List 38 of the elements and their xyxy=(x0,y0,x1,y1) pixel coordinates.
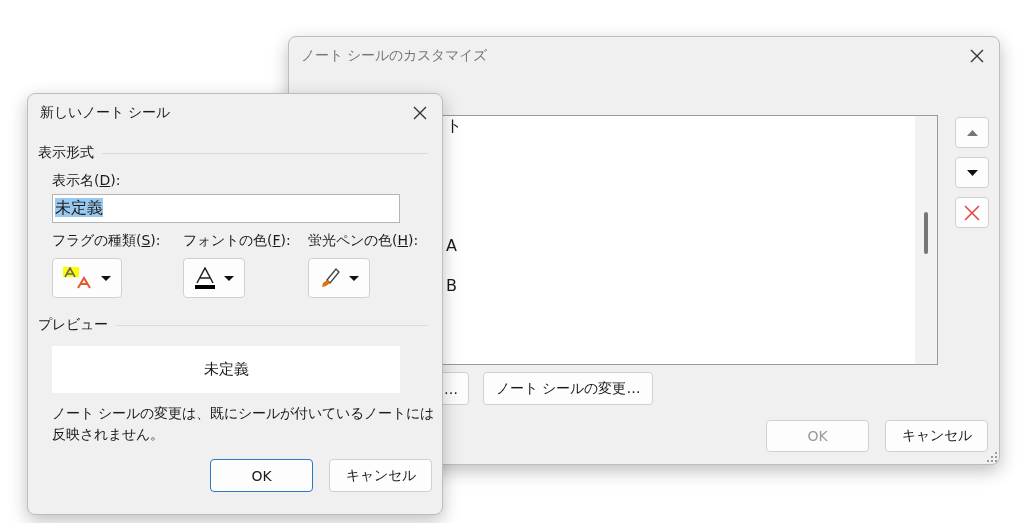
caret-icon xyxy=(224,275,234,281)
window-title: 新しいノート シール xyxy=(40,104,171,122)
letters-icon xyxy=(63,267,93,289)
dropdown-label: フラグの種類(S): xyxy=(52,232,162,250)
move-up-button[interactable] xyxy=(955,117,989,148)
display-name-field[interactable]: 未定義 xyxy=(52,194,400,223)
dropdown-label: 蛍光ペンの色(H): xyxy=(308,232,419,250)
ok-button[interactable]: OK xyxy=(210,459,313,492)
font-color-icon xyxy=(194,267,216,289)
delete-button[interactable] xyxy=(955,197,989,228)
font-color-dropdown[interactable] xyxy=(183,258,245,298)
button[interactable]: ノート シールの変更… xyxy=(483,372,654,405)
caret-icon xyxy=(101,275,111,281)
highlighter-icon xyxy=(319,267,341,289)
down-arrow-icon xyxy=(966,169,978,176)
cancel-button[interactable]: キャンセル xyxy=(329,459,432,492)
window-title: ノート シールのカスタマイズ xyxy=(301,47,488,65)
group-heading: 表示形式 xyxy=(38,144,94,162)
tag-type-dropdown[interactable] xyxy=(52,258,122,298)
close-icon[interactable] xyxy=(412,105,428,121)
list-item[interactable]: A xyxy=(446,236,457,255)
cancel-button[interactable]: キャンセル xyxy=(885,420,988,452)
scrollbar-thumb[interactable] xyxy=(924,212,928,254)
resize-grip-icon[interactable] xyxy=(987,452,997,462)
dropdown-label: フォントの色(F): xyxy=(183,232,292,250)
move-down-button[interactable] xyxy=(955,157,989,188)
delete-icon xyxy=(964,204,980,221)
up-arrow-icon xyxy=(966,129,978,136)
preview-box: 未定義 xyxy=(52,346,400,393)
info-text: ノート シールの変更は、既にシールが付いているノートには反映されません。 xyxy=(52,404,436,444)
group-heading: プレビュー xyxy=(38,316,108,334)
highlighter-color-dropdown[interactable] xyxy=(308,258,370,298)
list-item[interactable]: ト xyxy=(446,116,462,135)
scrollbar[interactable] xyxy=(915,116,937,364)
close-icon[interactable] xyxy=(969,48,985,64)
caret-icon xyxy=(349,275,359,281)
field-label: 表示名(D): xyxy=(52,172,122,190)
list-item[interactable]: B xyxy=(446,276,457,295)
